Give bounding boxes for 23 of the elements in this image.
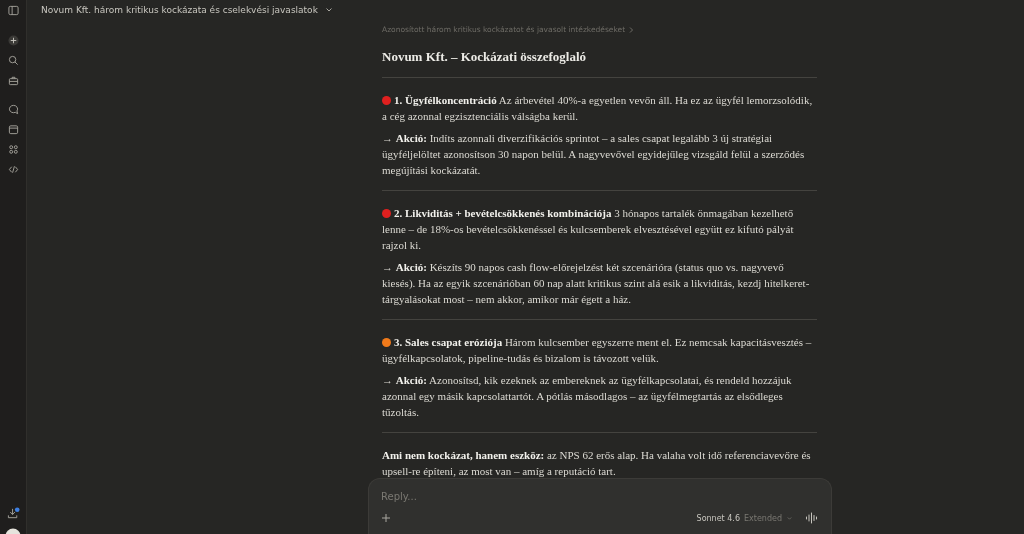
risk-paragraph: 2. Likviditás + bevételcsökkenés kombinációja 3 hónapos tartalék önmagában kezelhető lenne – de 18%-os bevételcsökkenéssel és kulcsemberek elvesztésével együtt ez kifutó pályát rajzol ki. [382, 206, 795, 253]
new-chat-icon[interactable] [7, 35, 19, 46]
grid-icon[interactable] [7, 144, 19, 155]
avatar[interactable] [5, 528, 21, 534]
action-paragraph: → Akció: Készíts 90 napos cash flow-előrejelzést két szcenárióra (status quo vs. nagyvevő kiesés). Ha az egyik szcenárióban 60 nap alatt kritikus szint alá esik a likviditás, kezdj hitelkeret-tárgyalásokat most – nem akkor, amikor már égett a ház. [382, 260, 811, 307]
search-icon[interactable] [7, 55, 19, 66]
action-paragraph: → Akció: Indíts azonnali diverzifikációs sprintot – a sales csapat legalább 3 új stratégiai ügyféljelöltet azonosítson 30 napon belül. A nagyvevővel egyidejűleg vizsgáld felül a szerződés megújítási kockázatát. [382, 131, 806, 178]
download-icon[interactable] [6, 507, 20, 520]
code-icon[interactable] [7, 164, 19, 175]
message-heading: Novum Kft. – Kockázati összefoglaló [382, 49, 587, 65]
chat-bubble-icon[interactable] [7, 104, 19, 115]
briefcase-icon[interactable] [7, 75, 19, 86]
risk-paragraph: 3. Sales csapat eróziója Három kulcsember egyszerre ment el. Ez nemcsak kapacitásvesztés – ügyfélkapcsolatok, pipeline-tudás és bizalom is távozott velük. [382, 335, 813, 366]
voice-icon[interactable] [805, 512, 819, 524]
action-paragraph: → Akció: Azonosítsd, kik ezeknek az embereknek az ügyfélkapcsolatai, és rendeld hozzájuk azonnal egy másik kapcsolattartót. A pótlás másodlagos – az ügyfélmegtartás az elsődleges tűzoltás. [382, 373, 793, 420]
note-paragraph: Ami nem kockázat, hanem eszköz: az NPS 62 erős alap. Ha valaha volt idő referenciavevőre és upsell-re építeni, az most van – amíg a reputáció tart. [382, 448, 812, 478]
reply-input[interactable]: Reply... [381, 489, 819, 503]
add-icon[interactable] [381, 513, 391, 523]
folder-icon[interactable] [7, 124, 19, 135]
sidebar-toggle-icon[interactable] [7, 5, 19, 16]
model-name[interactable]: Sonnet 4.6 [696, 513, 740, 523]
risk-paragraph: 1. Ügyfélkoncentráció Az árbevétel 40%-a egyetlen vevőn áll. Ha ez az ügyfél lemorzsolódik, a cég azonnal egzisztenciális válságba kerül. [382, 93, 814, 124]
chat-title[interactable]: Novum Kft. három kritikus kockázata és cselekvési javaslatok [41, 5, 318, 15]
